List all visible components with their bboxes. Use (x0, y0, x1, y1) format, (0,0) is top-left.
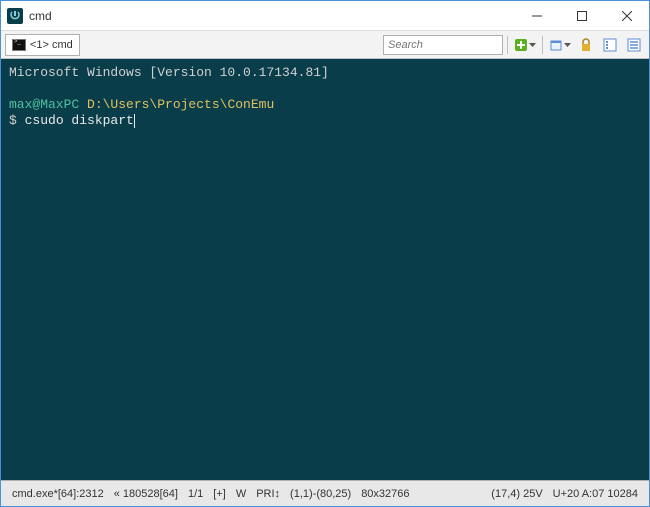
statusbar: cmd.exe*[64]:2312 « 180528[64] 1/1 [+] W… (1, 480, 649, 506)
tabbar: <1> cmd (5, 31, 381, 58)
titlebar: cmd (1, 1, 649, 31)
prompt-path: D:\Users\Projects\ConEmu (79, 97, 274, 112)
status-encoding: U+20 A:07 10284 (548, 488, 643, 500)
cmd-icon (12, 39, 26, 51)
status-range: (1,1)-(80,25) (285, 488, 356, 500)
search-input[interactable] (383, 35, 503, 55)
tab-label: <1> cmd (30, 39, 73, 51)
terminal[interactable]: Microsoft Windows [Version 10.0.17134.81… (1, 59, 649, 480)
hamburger-icon (627, 38, 641, 52)
status-mode: W (231, 488, 251, 500)
status-page: 1/1 (183, 488, 208, 500)
chevron-down-icon (564, 43, 571, 47)
new-tab-button[interactable] (512, 34, 538, 56)
lock-button[interactable] (575, 34, 597, 56)
status-build: « 180528[64] (109, 488, 183, 500)
terminal-version-line: Microsoft Windows [Version 10.0.17134.81… (9, 65, 641, 81)
status-size: 80x32766 (356, 488, 414, 500)
prompt-symbol: $ (9, 113, 25, 128)
chevron-down-icon (529, 43, 536, 47)
terminal-command-line: $ csudo diskpart (9, 113, 641, 129)
app-icon (7, 8, 23, 24)
status-process: cmd.exe*[64]:2312 (7, 488, 109, 500)
maximize-button[interactable] (559, 1, 604, 30)
status-pri: PRI↕ (251, 488, 285, 500)
window-controls (514, 1, 649, 30)
toolbar: <1> cmd (1, 31, 649, 59)
list-icon (603, 38, 617, 52)
terminal-blank-line (9, 81, 641, 97)
text-cursor (134, 114, 135, 128)
prompt-user: max@MaxPC (9, 97, 79, 112)
status-plus: [+] (208, 488, 231, 500)
menu-button[interactable] (623, 34, 645, 56)
terminal-command: csudo diskpart (25, 113, 134, 128)
toolbar-divider (507, 36, 508, 54)
list-view-button[interactable] (599, 34, 621, 56)
lock-icon (580, 38, 592, 52)
toolbar-divider (542, 36, 543, 54)
terminal-prompt-line: max@MaxPC D:\Users\Projects\ConEmu (9, 97, 641, 113)
minimize-button[interactable] (514, 1, 559, 30)
close-button[interactable] (604, 1, 649, 30)
status-cursor: (17,4) 25V (486, 488, 547, 500)
open-button[interactable] (547, 34, 573, 56)
window-title: cmd (29, 9, 514, 23)
tab-cmd[interactable]: <1> cmd (5, 34, 80, 56)
